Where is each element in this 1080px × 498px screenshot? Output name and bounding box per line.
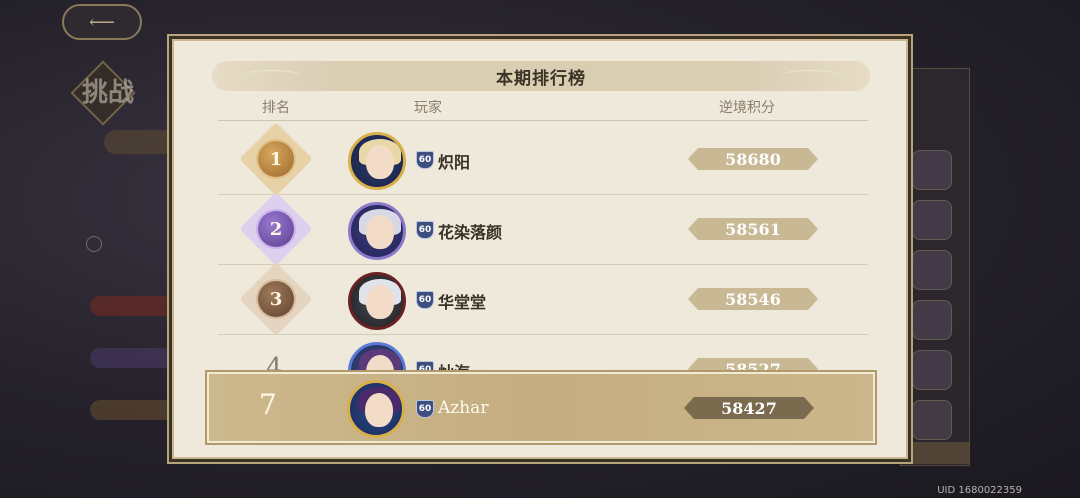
- column-header-rank: 排名: [262, 100, 290, 116]
- player-name: 华堂堂: [438, 293, 487, 312]
- back-button[interactable]: ⟵: [62, 4, 142, 40]
- leaderboard-row[interactable]: 2 60 花染落颜 58561: [218, 195, 868, 265]
- reward-item-icon: [912, 200, 952, 240]
- avatar[interactable]: [348, 272, 406, 330]
- level-badge: 60: [416, 221, 434, 239]
- column-header-score: 逆境积分: [719, 100, 775, 116]
- avatar[interactable]: [348, 202, 406, 260]
- reward-item-icon: [912, 150, 952, 190]
- leaderboard-row[interactable]: 1 60 炽阳 58680: [218, 125, 868, 195]
- reward-item-icon: [912, 400, 952, 440]
- self-player-name: Azhar: [438, 398, 489, 418]
- background-title: 挑战: [82, 78, 135, 108]
- rank-medal-bronze-icon: 3: [258, 281, 294, 317]
- rank-number: 1: [258, 141, 294, 177]
- leaderboard-row[interactable]: 3 60 华堂堂 58546: [218, 265, 868, 335]
- rank-medal-purple-icon: 2: [258, 211, 294, 247]
- background-reward-row: [90, 348, 180, 368]
- background-reward-row: [90, 296, 180, 316]
- rank-number: 3: [258, 281, 294, 317]
- level-badge: 60: [416, 291, 434, 309]
- info-icon: [86, 236, 102, 252]
- column-headers: 排名 玩家 逆境积分: [174, 97, 906, 119]
- title-banner: 本期排行榜: [212, 61, 870, 91]
- player-name: 炽阳: [438, 153, 471, 172]
- self-score-value: 58427: [684, 397, 814, 419]
- self-rank-number: 7: [259, 388, 277, 421]
- avatar[interactable]: [348, 132, 406, 190]
- player-name: 花染落颜: [438, 223, 503, 242]
- self-avatar[interactable]: [347, 380, 405, 438]
- uid-label: UID 1680022359: [937, 485, 1022, 496]
- current-tier-label: [900, 442, 970, 464]
- back-arrow-icon: ⟵: [89, 11, 115, 33]
- reward-item-icon: [912, 250, 952, 290]
- reward-item-icon: [912, 350, 952, 390]
- score-value: 58561: [688, 218, 818, 240]
- background-reward-row: [90, 400, 180, 420]
- rank-medal-gold-icon: 1: [258, 141, 294, 177]
- score-value: 58546: [688, 288, 818, 310]
- banner-ornament: [780, 70, 840, 82]
- level-badge: 60: [416, 400, 434, 418]
- self-rank-row[interactable]: 7 60 Azhar 58427: [207, 372, 875, 443]
- reward-item-icon: [912, 300, 952, 340]
- column-header-player: 玩家: [414, 100, 442, 116]
- modal-title: 本期排行榜: [496, 68, 586, 89]
- header-divider: [218, 120, 868, 121]
- rank-number: 2: [258, 211, 294, 247]
- banner-ornament: [242, 70, 302, 82]
- score-value: 58680: [688, 148, 818, 170]
- level-badge: 60: [416, 151, 434, 169]
